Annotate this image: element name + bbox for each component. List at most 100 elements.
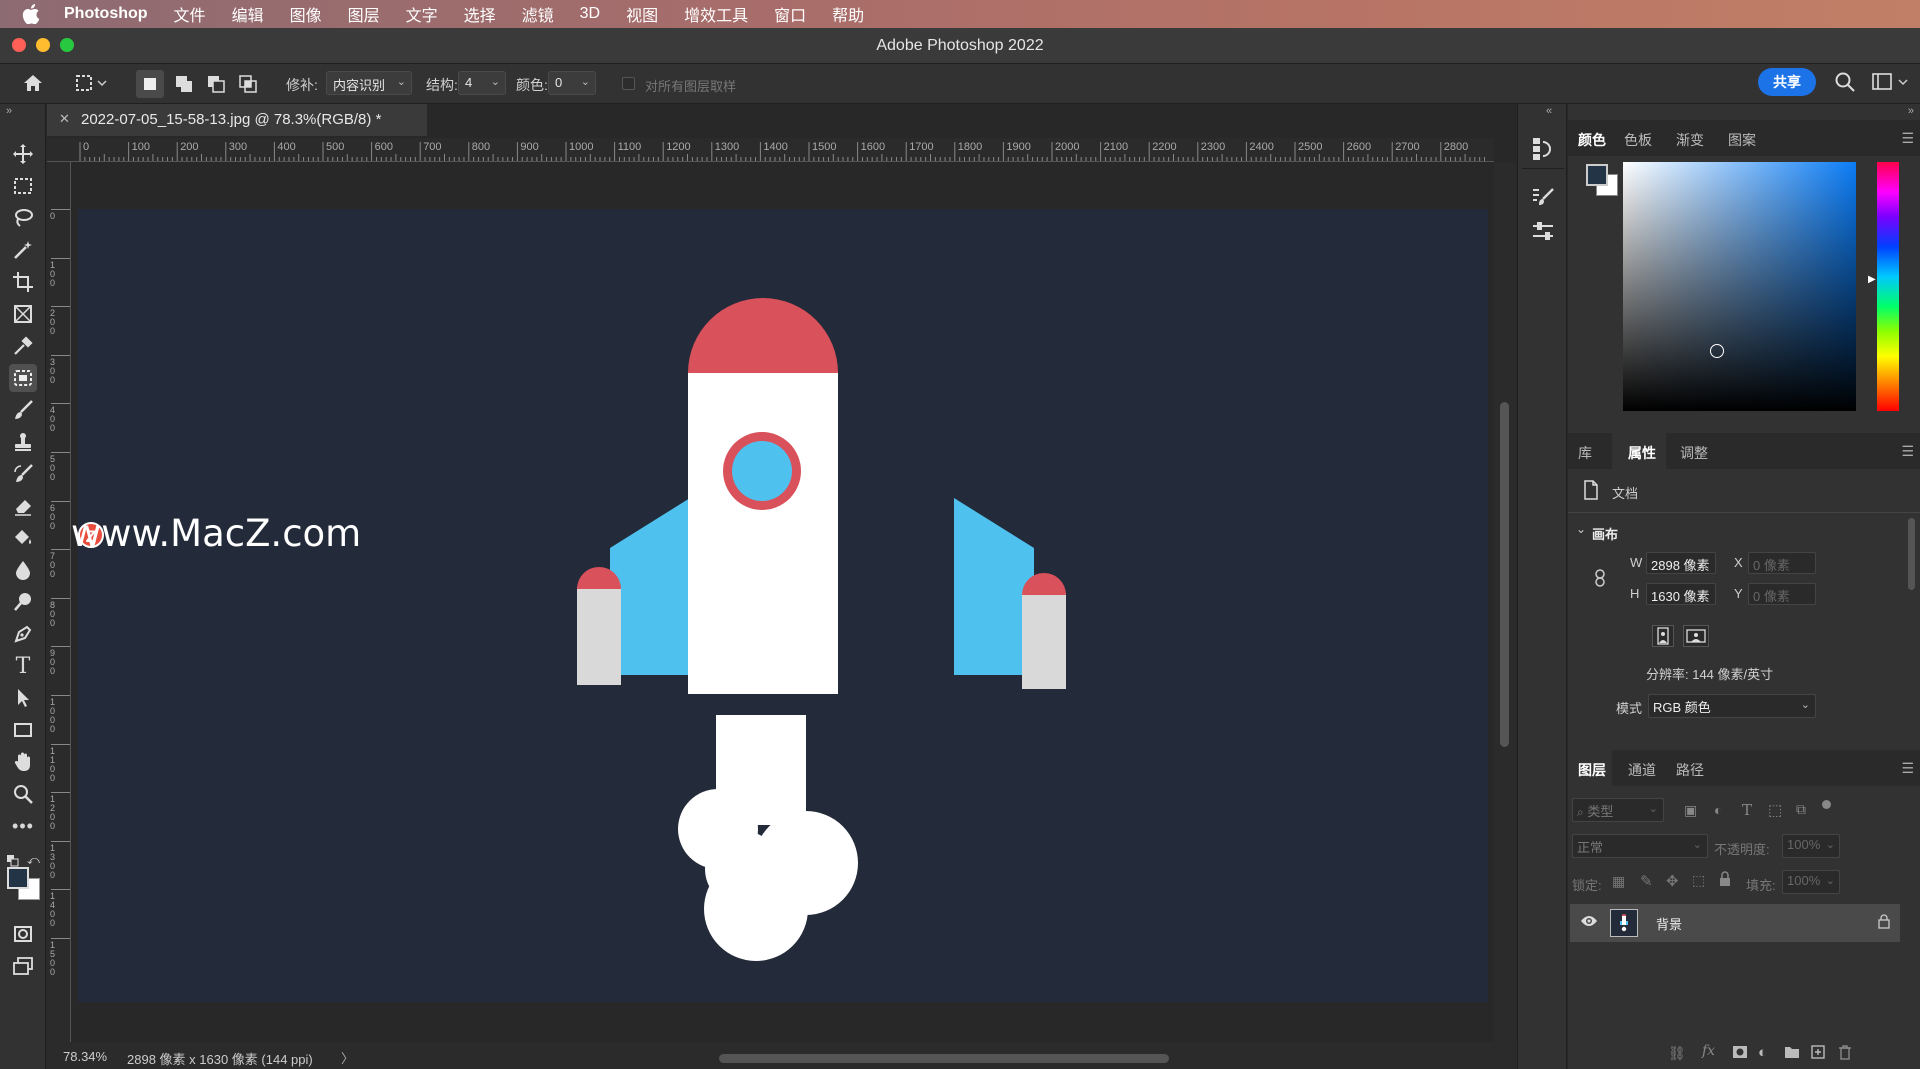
menu-select[interactable]: 选择: [464, 2, 496, 26]
menu-window[interactable]: 窗口: [774, 2, 806, 26]
lock-position-icon[interactable]: ✥: [1666, 872, 1679, 890]
menu-edit[interactable]: 编辑: [232, 2, 264, 26]
link-layers-icon[interactable]: ⛓: [1668, 1045, 1686, 1062]
dodge-tool-icon[interactable]: [9, 588, 37, 616]
blend-mode-select[interactable]: 正常 ⌄: [1572, 834, 1708, 858]
tab-swatches[interactable]: 色板: [1624, 130, 1652, 150]
landscape-orientation-icon[interactable]: [1683, 625, 1709, 647]
default-colors-icon[interactable]: [6, 854, 20, 868]
filter-smart-objects-icon[interactable]: ⧉: [1796, 801, 1806, 818]
tab-color[interactable]: 颜色: [1578, 130, 1606, 150]
subtract-selection-mode-button[interactable]: [202, 70, 230, 98]
brush-tool-icon[interactable]: [9, 396, 37, 424]
canvas-x-field[interactable]: 0 像素: [1748, 552, 1816, 574]
tab-patterns[interactable]: 图案: [1728, 130, 1756, 150]
collapse-panel-icon[interactable]: »: [6, 105, 12, 117]
lasso-tool-icon[interactable]: [9, 204, 37, 232]
color-picker-cursor[interactable]: [1710, 344, 1724, 358]
lock-transparent-pixels-icon[interactable]: ▦: [1612, 873, 1625, 890]
document-info-menu-arrow[interactable]: 〉: [341, 1048, 354, 1067]
new-adjustment-layer-icon[interactable]: ◐: [1758, 1044, 1767, 1061]
apple-menu-icon[interactable]: [22, 4, 44, 24]
rectangular-marquee-tool-icon[interactable]: [9, 172, 37, 200]
foreground-color-swatch[interactable]: [7, 867, 29, 889]
add-selection-mode-button[interactable]: [170, 70, 198, 98]
link-dimensions-icon[interactable]: [1594, 568, 1606, 588]
tab-adjustments[interactable]: 调整: [1680, 443, 1708, 463]
workspace-layout-icon[interactable]: [1871, 72, 1911, 92]
crop-tool-icon[interactable]: [9, 268, 37, 296]
portrait-orientation-icon[interactable]: [1652, 625, 1674, 647]
collapse-panels-icon[interactable]: »: [1908, 105, 1914, 117]
home-icon[interactable]: [22, 73, 44, 93]
structure-select[interactable]: 4 ⌄: [458, 71, 506, 95]
new-group-folder-icon[interactable]: [1784, 1045, 1800, 1059]
add-mask-icon[interactable]: [1732, 1045, 1748, 1059]
color-mode-select[interactable]: RGB 颜色 ⌄: [1648, 694, 1816, 718]
paint-bucket-tool-icon[interactable]: [9, 524, 37, 552]
pen-tool-icon[interactable]: [9, 620, 37, 648]
eraser-tool-icon[interactable]: [9, 492, 37, 520]
filter-toggle-icon[interactable]: [1822, 800, 1831, 809]
layers-panel-menu-icon[interactable]: ☰: [1901, 760, 1914, 777]
tab-libraries[interactable]: 库: [1578, 443, 1592, 463]
new-selection-mode-button[interactable]: [136, 70, 164, 98]
chevron-down-icon[interactable]: ⌄: [1576, 522, 1586, 536]
rectangle-tool-icon[interactable]: [9, 716, 37, 744]
zoom-level[interactable]: 78.34%: [63, 1049, 107, 1064]
lock-image-pixels-icon[interactable]: ✎: [1640, 872, 1653, 890]
collapse-dock-icon[interactable]: «: [1546, 105, 1552, 117]
close-tab-icon[interactable]: ✕: [59, 111, 70, 127]
history-brush-tool-icon[interactable]: [9, 460, 37, 488]
vertical-scroll-thumb[interactable]: [1500, 402, 1509, 747]
brush-settings-panel-icon[interactable]: [1531, 186, 1555, 208]
tab-channels[interactable]: 通道: [1628, 760, 1656, 780]
color-field[interactable]: [1623, 162, 1856, 411]
patch-tool-preset-icon[interactable]: [74, 73, 108, 93]
canvas-y-field[interactable]: 0 像素: [1748, 583, 1816, 605]
hue-slider[interactable]: [1877, 162, 1899, 411]
filter-type-layers-icon[interactable]: T: [1742, 801, 1752, 819]
image-canvas[interactable]: Z: [78, 209, 1488, 1002]
share-button[interactable]: 共享: [1758, 68, 1816, 96]
frame-tool-icon[interactable]: [9, 300, 37, 328]
menu-file[interactable]: 文件: [174, 2, 206, 26]
filter-shape-layers-icon[interactable]: ⬚: [1768, 801, 1782, 819]
properties-panel-menu-icon[interactable]: ☰: [1901, 443, 1914, 460]
canvas-width-field[interactable]: 2898 像素: [1646, 552, 1716, 574]
layer-style-fx-icon[interactable]: fx: [1702, 1043, 1715, 1059]
filter-pixel-layers-icon[interactable]: ▣: [1684, 802, 1697, 819]
menu-filter[interactable]: 滤镜: [522, 2, 554, 26]
swap-colors-icon[interactable]: ⤺: [27, 853, 40, 868]
type-tool-icon[interactable]: T: [9, 652, 37, 680]
panel-foreground-color-swatch[interactable]: [1586, 164, 1608, 186]
opacity-field[interactable]: 100% ⌄: [1782, 834, 1840, 858]
horizontal-scroll-thumb[interactable]: [719, 1054, 1169, 1063]
layer-filter-select[interactable]: ⌕ 类型 ⌄: [1572, 798, 1664, 822]
menu-layer[interactable]: 图层: [348, 2, 380, 26]
patch-tool-icon[interactable]: [9, 364, 37, 392]
filter-adjustment-layers-icon[interactable]: ◐: [1714, 802, 1722, 818]
properties-scroll-thumb[interactable]: [1908, 518, 1915, 590]
canvas-height-field[interactable]: 1630 像素: [1646, 583, 1716, 605]
intersect-selection-mode-button[interactable]: [234, 70, 262, 98]
menu-3d[interactable]: 3D: [580, 5, 600, 23]
magic-wand-tool-icon[interactable]: [9, 236, 37, 264]
zoom-tool-icon[interactable]: [9, 780, 37, 808]
lock-all-icon[interactable]: [1718, 871, 1732, 887]
hand-tool-icon[interactable]: [9, 748, 37, 776]
adjustment-sliders-panel-icon[interactable]: [1531, 220, 1555, 242]
clone-stamp-tool-icon[interactable]: [9, 428, 37, 456]
vertical-scrollbar[interactable]: [1494, 162, 1516, 1042]
lock-artboard-icon[interactable]: ⬚: [1692, 872, 1705, 889]
search-icon[interactable]: [1834, 71, 1856, 93]
color-select[interactable]: 0 ⌄: [548, 71, 596, 95]
trash-icon[interactable]: [1838, 1044, 1852, 1060]
patch-mode-select[interactable]: 内容识别 ⌄: [326, 71, 412, 95]
more-tools-icon[interactable]: •••: [9, 812, 37, 840]
eye-icon[interactable]: [1580, 914, 1598, 928]
menu-help[interactable]: 帮助: [832, 2, 864, 26]
app-menu[interactable]: Photoshop: [64, 5, 148, 23]
color-panel-menu-icon[interactable]: ☰: [1901, 130, 1914, 147]
blur-tool-icon[interactable]: [9, 556, 37, 584]
